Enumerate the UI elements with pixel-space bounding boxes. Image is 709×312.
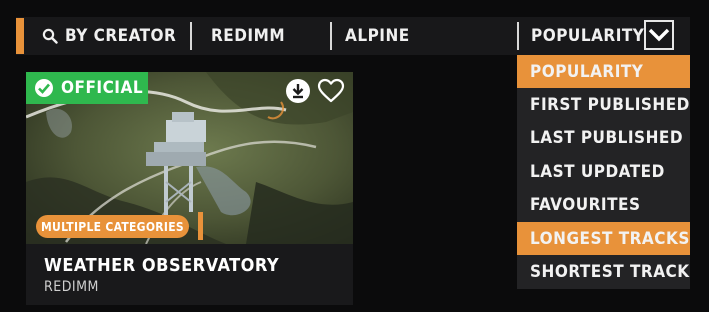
favourite-button[interactable] [317,78,345,108]
divider [330,22,332,50]
sort-option-label: POPULARITY [530,61,644,82]
sort-option-label: FAVOURITES [530,195,641,216]
creator-filter-label: REDIMM [211,26,286,46]
check-circle-icon [35,79,53,97]
sort-option-first-published[interactable]: FIRST PUBLISHED [517,88,690,121]
sort-option-shortest-tracks[interactable]: SHORTEST TRACKS [517,255,690,288]
creator-filter-chip[interactable]: REDIMM [211,17,285,55]
sort-option-label: LAST UPDATED [530,161,665,182]
divider [190,22,192,50]
sort-option-longest-tracks[interactable]: LONGEST TRACKS [517,221,690,256]
sort-menu: POPULARITY FIRST PUBLISHED LAST PUBLISHE… [517,55,690,289]
sort-dropdown-toggle[interactable] [644,20,674,50]
sort-option-label: FIRST PUBLISHED [530,95,690,116]
track-title: WEATHER OBSERVATORY [44,255,280,276]
category-badge: MULTIPLE CATEGORIES [36,215,189,238]
sort-option-favourites[interactable]: FAVOURITES [517,189,690,222]
chevron-down-icon [648,28,670,42]
environment-filter-chip[interactable]: ALPINE [345,17,410,55]
heart-icon [317,78,345,103]
official-badge: OFFICIAL [26,72,148,104]
sort-option-last-updated[interactable]: LAST UPDATED [517,155,690,188]
environment-filter-label: ALPINE [345,26,410,46]
search-icon [42,28,58,44]
filter-bar: BY CREATOR REDIMM ALPINE POPULARITY [16,17,690,55]
sort-label: POPULARITY [531,26,645,46]
official-label: OFFICIAL [61,78,144,98]
download-icon [286,79,310,103]
track-thumbnail: OFFICIAL MULTIPLE CATEGORIES [26,72,353,244]
sort-selector[interactable]: POPULARITY [531,17,644,55]
sort-option-popularity[interactable]: POPULARITY [517,55,690,89]
divider [517,22,519,50]
sort-option-label: LAST PUBLISHED [530,128,684,149]
sort-option-last-published[interactable]: LAST PUBLISHED [517,122,690,155]
accent-bar [16,18,24,54]
sort-option-label: LONGEST TRACKS [530,228,690,249]
sort-option-label: SHORTEST TRACKS [530,262,690,283]
by-creator-filter[interactable]: BY CREATOR [42,17,176,55]
category-label: MULTIPLE CATEGORIES [40,219,184,234]
download-button[interactable] [285,78,311,108]
track-card[interactable]: OFFICIAL MULTIPLE CATEGORIES WEATHER OBS… [26,72,353,305]
by-creator-label: BY CREATOR [65,26,177,46]
track-author: REDIMM [44,279,99,295]
